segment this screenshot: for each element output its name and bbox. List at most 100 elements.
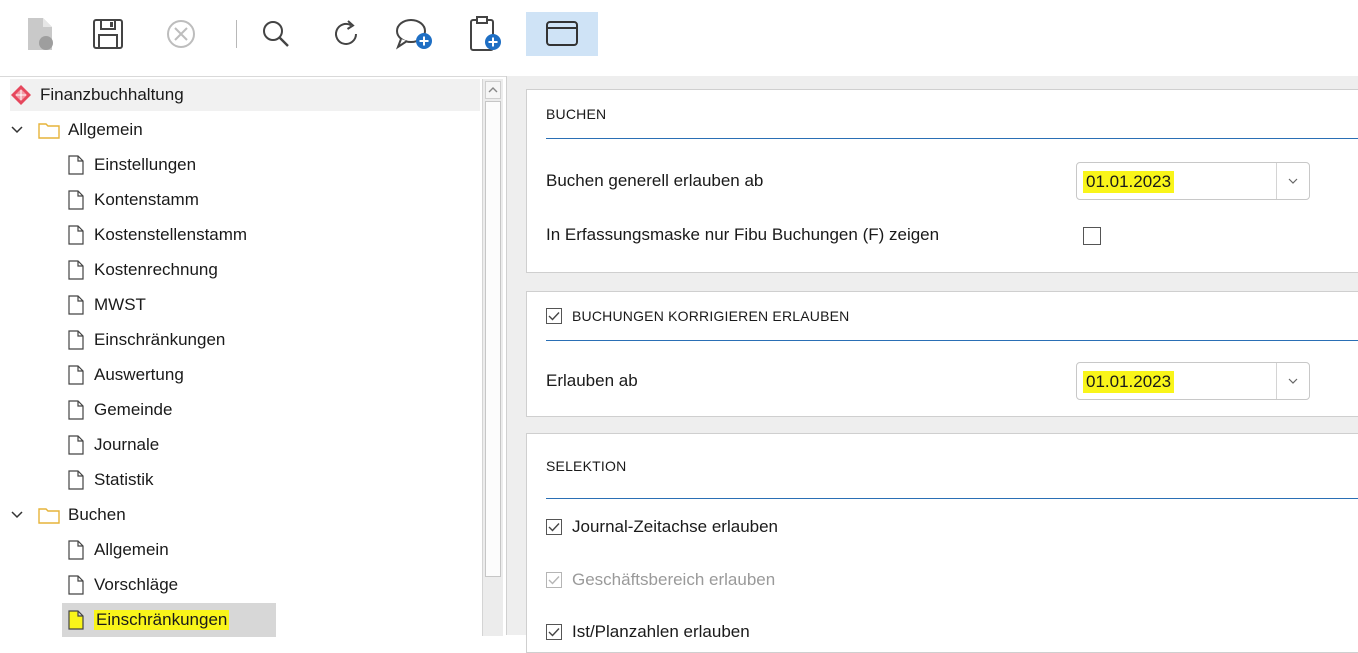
option-label: Ist/Planzahlen erlauben	[572, 622, 750, 641]
option-journal-zeitachse[interactable]: Journal-Zeitachse erlauben	[546, 512, 778, 542]
field-label: In Erfassungsmaske nur Fibu Buchungen (F…	[546, 225, 940, 244]
toolbar	[0, 0, 1358, 76]
cancel-icon[interactable]	[159, 12, 203, 56]
new-document-icon[interactable]	[18, 12, 62, 56]
field-label: Erlauben ab	[546, 371, 638, 390]
tree-item-label: Gemeinde	[94, 400, 173, 419]
document-icon	[68, 190, 84, 210]
tree-scrollbar[interactable]	[482, 79, 503, 636]
dropdown-arrow[interactable]	[1276, 163, 1309, 199]
tree-item-einschraenkungen[interactable]: Einschränkungen	[68, 323, 225, 357]
tree-item-einstellungen[interactable]: Einstellungen	[68, 148, 196, 182]
section-title-text: BUCHEN	[546, 106, 607, 122]
tree-item-label: MWST	[94, 295, 146, 314]
scroll-up-button[interactable]	[485, 81, 501, 99]
tree-item-kostenrechnung[interactable]: Kostenrechnung	[68, 253, 218, 287]
option-geschaeftsbereich: Geschäftsbereich erlauben	[546, 565, 775, 595]
chevron-down-icon	[1288, 378, 1298, 384]
checkmark-icon	[548, 576, 560, 585]
tree-item-label: Kostenrechnung	[94, 260, 218, 279]
date-dropdown-buchen-generell[interactable]: 01.01.2023	[1076, 162, 1310, 200]
tree-item-journale[interactable]: Journale	[68, 428, 159, 462]
tree-folder-buchen[interactable]: Buchen	[10, 498, 126, 532]
checkbox-nur-fibu[interactable]	[1083, 227, 1101, 245]
dropdown-arrow[interactable]	[1276, 363, 1309, 399]
tree-item-label: Statistik	[94, 470, 154, 489]
document-icon	[68, 575, 84, 595]
tree-item-buchen-einschraenkungen-selected[interactable]: Einschränkungen	[62, 603, 276, 637]
tree-item-label: Auswertung	[94, 365, 184, 384]
tree-item-label: Einstellungen	[94, 155, 197, 174]
checkbox-journal-zeitachse[interactable]	[546, 519, 562, 535]
tree-item-label: Vorschläge	[94, 575, 179, 594]
checkbox-ist-planzahlen[interactable]	[546, 624, 562, 640]
document-icon	[68, 470, 84, 490]
tree-item-kontenstamm[interactable]: Kontenstamm	[68, 183, 199, 217]
add-clipboard-icon[interactable]	[464, 12, 508, 56]
document-icon	[68, 610, 84, 630]
tree-item-label: Einschränkungen	[94, 610, 230, 630]
settings-panel: BUCHEN Buchen generell erlauben ab 01.01…	[506, 76, 1358, 653]
document-icon	[68, 435, 84, 455]
tree-item-gemeinde[interactable]: Gemeinde	[68, 393, 172, 427]
chevron-down-icon[interactable]	[10, 508, 24, 522]
checkmark-icon	[548, 628, 560, 637]
add-comment-icon[interactable]	[392, 12, 436, 56]
tree-folder-label: Allgemein	[68, 120, 143, 139]
tree-item-kostenstellenstamm[interactable]: Kostenstellenstamm	[68, 218, 247, 252]
tree-folder-allgemein[interactable]: Allgemein	[10, 113, 143, 147]
search-icon[interactable]	[254, 12, 298, 56]
checkbox-korrigieren[interactable]	[546, 308, 562, 324]
refresh-icon[interactable]	[324, 12, 368, 56]
chevron-down-icon	[1288, 178, 1298, 184]
finanzbuchhaltung-icon	[10, 84, 32, 106]
folder-icon	[38, 123, 60, 139]
section-title: BUCHUNGEN KORRIGIEREN ERLAUBEN	[546, 292, 1358, 341]
document-icon	[68, 365, 84, 385]
tree-folder-label: Buchen	[68, 505, 126, 524]
date-value: 01.01.2023	[1083, 171, 1175, 193]
date-value: 01.01.2023	[1083, 371, 1175, 393]
checkbox-geschaeftsbereich	[546, 572, 562, 588]
tree-item-vorschlaege[interactable]: Vorschläge	[68, 568, 178, 602]
row-erlauben-ab: Erlauben ab	[546, 366, 638, 396]
document-icon	[68, 295, 84, 315]
scrollbar-thumb[interactable]	[485, 101, 501, 577]
section-title: SELEKTION	[546, 434, 1358, 499]
section-korrigieren: BUCHUNGEN KORRIGIEREN ERLAUBEN Erlauben …	[526, 291, 1358, 417]
tree-item-buchen-allgemein[interactable]: Allgemein	[68, 533, 169, 567]
section-selektion: SELEKTION Journal-Zeitachse erlauben Ges…	[526, 433, 1358, 653]
row-buchen-generell: Buchen generell erlauben ab	[546, 166, 763, 196]
option-label: Geschäftsbereich erlauben	[572, 570, 776, 589]
window-icon[interactable]	[526, 12, 598, 56]
folder-icon	[38, 508, 60, 524]
chevron-down-icon[interactable]	[10, 123, 24, 137]
document-icon	[68, 330, 84, 350]
tree-item-auswertung[interactable]: Auswertung	[68, 358, 184, 392]
toolbar-separator	[236, 20, 237, 48]
tree-root-label: Finanzbuchhaltung	[40, 85, 184, 104]
document-icon	[68, 225, 84, 245]
checkmark-icon	[548, 312, 560, 321]
document-icon	[68, 260, 84, 280]
tree-root[interactable]: Finanzbuchhaltung	[10, 79, 480, 111]
checkmark-icon	[548, 523, 560, 532]
row-nur-fibu: In Erfassungsmaske nur Fibu Buchungen (F…	[546, 220, 939, 250]
document-icon	[68, 155, 84, 175]
save-icon[interactable]	[86, 12, 130, 56]
tree-item-mwst[interactable]: MWST	[68, 288, 146, 322]
section-title: BUCHEN	[546, 90, 1358, 139]
tree-item-statistik[interactable]: Statistik	[68, 463, 154, 497]
document-icon	[68, 540, 84, 560]
navigation-tree: Finanzbuchhaltung Allgemein Einstellunge…	[0, 76, 506, 637]
section-title-text: BUCHUNGEN KORRIGIEREN ERLAUBEN	[572, 308, 850, 324]
document-icon	[68, 400, 84, 420]
date-dropdown-erlauben-ab[interactable]: 01.01.2023	[1076, 362, 1310, 400]
tree-item-label: Kostenstellenstamm	[94, 225, 248, 244]
section-title-text: SELEKTION	[546, 458, 627, 474]
tree-item-label: Allgemein	[94, 540, 169, 559]
tree-item-label: Einschränkungen	[94, 330, 226, 349]
option-ist-planzahlen[interactable]: Ist/Planzahlen erlauben	[546, 617, 750, 647]
option-label: Journal-Zeitachse erlauben	[572, 517, 779, 536]
tree-item-label: Journale	[94, 435, 160, 454]
